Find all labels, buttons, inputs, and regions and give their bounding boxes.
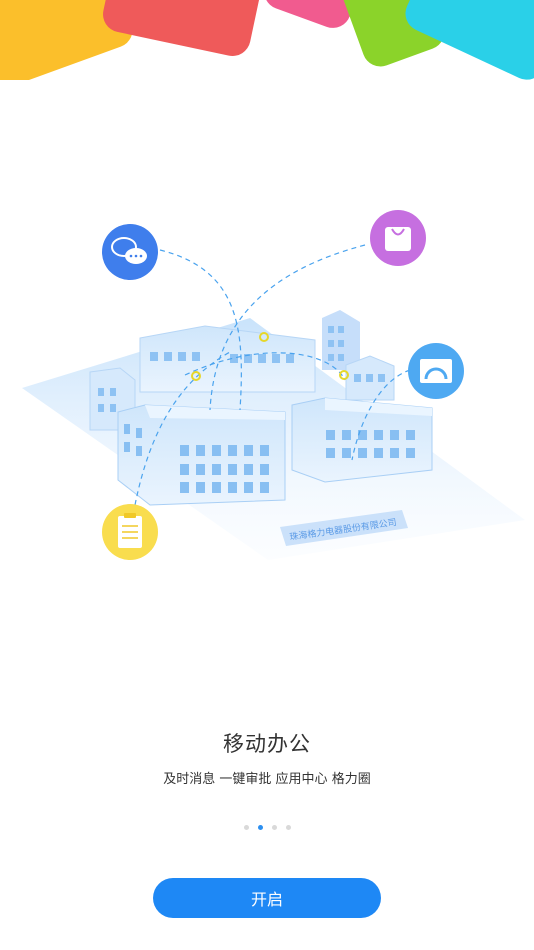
page-indicator bbox=[0, 825, 534, 830]
right-main-building bbox=[291, 397, 433, 483]
decor-shape-red bbox=[99, 0, 271, 60]
feature-subtitle: 及时消息 一键审批 应用中心 格力圈 bbox=[163, 772, 371, 787]
left-main-building bbox=[117, 404, 286, 506]
office-building-illustration: 珠海格力电器股份有限公司 bbox=[22, 210, 525, 560]
page-title: 移动办公 bbox=[223, 732, 311, 756]
start-button[interactable]: 开启 bbox=[153, 878, 381, 918]
page-dot-active bbox=[257, 825, 263, 830]
chat-bubble-icon bbox=[102, 224, 158, 280]
right-small-building bbox=[345, 355, 395, 401]
page-dot bbox=[285, 825, 291, 830]
shopping-bag-icon bbox=[370, 210, 426, 266]
dashboard-icon bbox=[408, 343, 464, 399]
tower-building bbox=[322, 310, 360, 370]
page-dot bbox=[271, 825, 277, 830]
clipboard-icon bbox=[102, 504, 158, 560]
top-decoration bbox=[0, 0, 534, 80]
page-dot bbox=[243, 825, 249, 830]
